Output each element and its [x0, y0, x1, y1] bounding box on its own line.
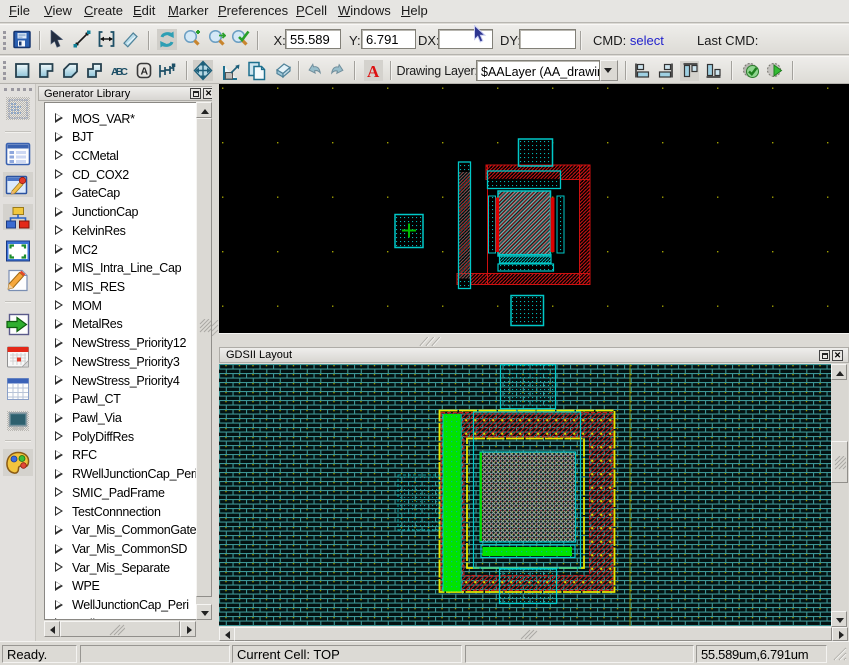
svg-text:ABC: ABC: [111, 66, 128, 78]
svg-text:A: A: [367, 62, 380, 81]
svg-text:A: A: [141, 66, 149, 78]
